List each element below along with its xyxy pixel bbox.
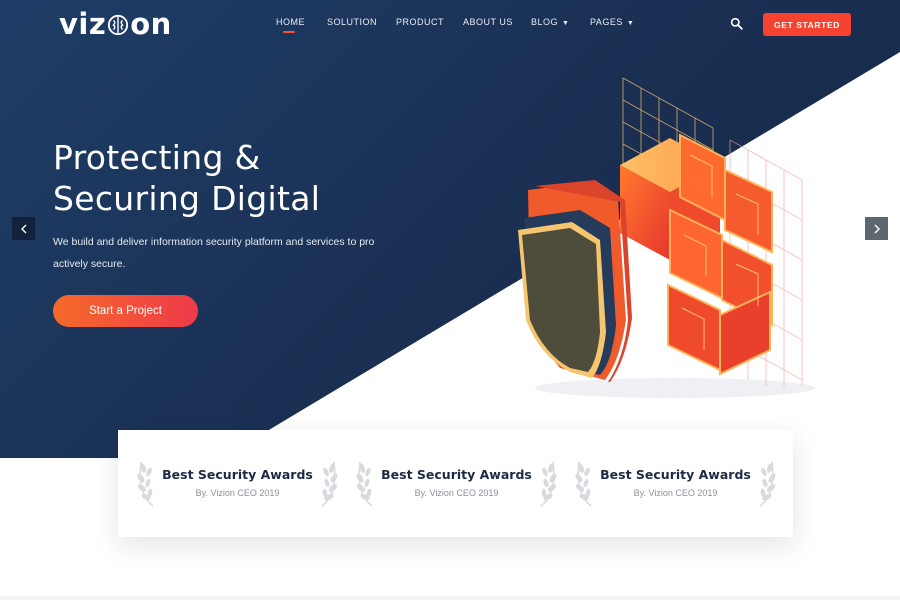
laurel-wreath-icon xyxy=(759,461,776,507)
caret-down-icon: ▼ xyxy=(626,20,635,27)
logo-text-end: on xyxy=(130,7,172,41)
security-shield-illustration xyxy=(518,77,815,398)
award-title: Best Security Awards xyxy=(162,467,313,482)
hero-title-line-1: Protecting & xyxy=(53,138,261,177)
caret-down-icon: ▼ xyxy=(562,20,570,27)
award-title: Best Security Awards xyxy=(600,467,751,482)
start-project-button[interactable]: Start a Project xyxy=(53,295,198,327)
hero-description-line-2: actively secure. xyxy=(53,257,126,270)
chevron-left-icon xyxy=(20,224,26,233)
slider-next-button[interactable] xyxy=(865,217,888,240)
nav-item-home[interactable]: HOME xyxy=(276,17,305,27)
hero-description-line-1: We build and deliver information securit… xyxy=(53,236,375,248)
award-title: Best Security Awards xyxy=(381,467,532,482)
laurel-wreath-icon xyxy=(540,461,557,507)
hero-title-line-2: Securing Digital xyxy=(53,179,321,218)
search-icon[interactable] xyxy=(730,17,743,30)
brain-icon xyxy=(108,14,129,36)
award-item: Best Security Awards By. Vizion CEO 2019 xyxy=(135,452,340,512)
laurel-wreath-icon xyxy=(137,461,154,507)
get-started-button[interactable]: GET STARTED xyxy=(763,13,851,36)
laurel-wreath-icon xyxy=(321,461,338,507)
nav-item-product[interactable]: PRODUCT xyxy=(396,17,444,27)
nav-item-blog-label: BLOG xyxy=(531,17,559,27)
award-item: Best Security Awards By. Vizion CEO 2019 xyxy=(354,452,559,512)
award-item: Best Security Awards By. Vizion CEO 2019 xyxy=(573,452,778,512)
nav-item-pages[interactable]: PAGES ▼ xyxy=(590,17,634,27)
active-nav-indicator xyxy=(283,31,295,33)
award-subtitle: By. Vizion CEO 2019 xyxy=(195,488,280,498)
nav-item-pages-label: PAGES xyxy=(590,17,623,27)
awards-card: Best Security Awards By. Vizion CEO 2019… xyxy=(118,430,793,537)
nav-item-about-us[interactable]: ABOUT US xyxy=(463,17,513,27)
logo[interactable]: viz on xyxy=(59,6,172,42)
laurel-wreath-icon xyxy=(356,461,373,507)
award-subtitle: By. Vizion CEO 2019 xyxy=(633,488,718,498)
nav-item-blog[interactable]: BLOG ▼ xyxy=(531,17,569,27)
logo-text-start: viz xyxy=(59,7,107,41)
hero-title: Protecting & Securing Digital xyxy=(53,137,413,219)
award-subtitle: By. Vizion CEO 2019 xyxy=(414,488,499,498)
nav-item-solution[interactable]: SOLUTION xyxy=(327,17,377,27)
chevron-right-icon xyxy=(874,224,880,233)
slider-prev-button[interactable] xyxy=(12,217,35,240)
laurel-wreath-icon xyxy=(575,461,592,507)
section-divider xyxy=(0,596,900,600)
hero-section: viz on HOME SOLUTION PRODUCT ABOUT US BL… xyxy=(0,0,900,458)
hero-description: We build and deliver information securit… xyxy=(53,232,383,275)
